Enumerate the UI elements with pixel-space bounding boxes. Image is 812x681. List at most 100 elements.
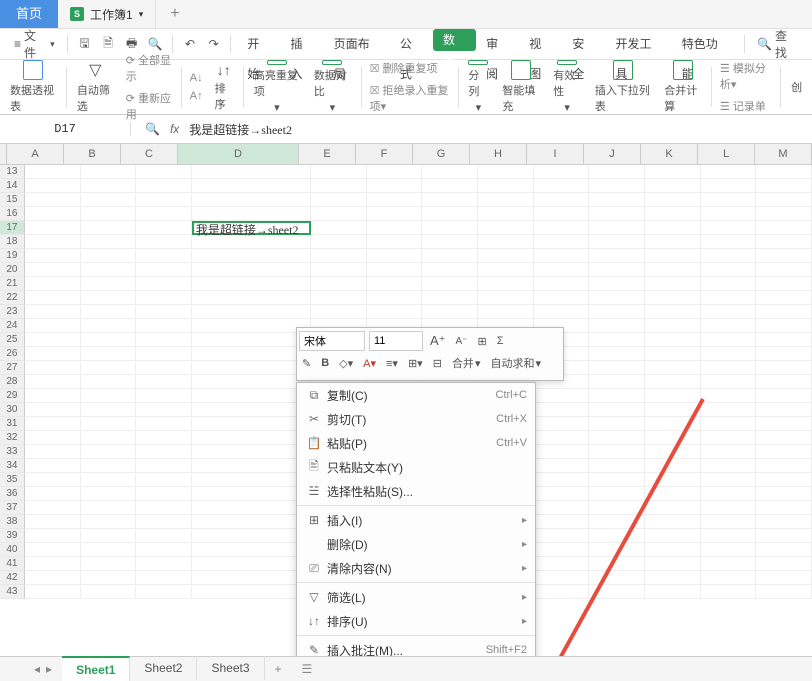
cell-L34[interactable] <box>701 459 757 473</box>
auto-filter-button[interactable]: ▽自动筛选 <box>71 60 120 114</box>
row-header-33[interactable]: 33 <box>0 445 25 459</box>
cell-A20[interactable] <box>25 263 81 277</box>
cell-H18[interactable] <box>478 235 534 249</box>
cell-I30[interactable] <box>534 403 590 417</box>
cell-K43[interactable] <box>645 585 701 599</box>
row-header-22[interactable]: 22 <box>0 291 25 305</box>
cell-A37[interactable] <box>25 501 81 515</box>
cell-B27[interactable] <box>81 361 137 375</box>
row-header-24[interactable]: 24 <box>0 319 25 333</box>
cell-B20[interactable] <box>81 263 137 277</box>
row-header-30[interactable]: 30 <box>0 403 25 417</box>
cell-K42[interactable] <box>645 571 701 585</box>
cell-L40[interactable] <box>701 543 757 557</box>
cell-B43[interactable] <box>81 585 137 599</box>
cell-D36[interactable] <box>192 487 311 501</box>
row-header-18[interactable]: 18 <box>0 235 25 249</box>
row-header-39[interactable]: 39 <box>0 529 25 543</box>
row-header-41[interactable]: 41 <box>0 557 25 571</box>
cell-D15[interactable] <box>192 193 311 207</box>
menu-tab-4[interactable]: 数据 <box>433 29 476 51</box>
sheet-tab-Sheet3[interactable]: Sheet3 <box>197 656 264 680</box>
menu-tab-7[interactable]: 安全 <box>562 29 605 59</box>
cell-L23[interactable] <box>701 305 757 319</box>
col-header-K[interactable]: K <box>641 144 698 164</box>
cell-K21[interactable] <box>645 277 701 291</box>
cell-D41[interactable] <box>192 557 311 571</box>
cell-J32[interactable] <box>589 431 645 445</box>
cell-M21[interactable] <box>756 277 812 291</box>
cell-M38[interactable] <box>756 515 812 529</box>
cell-B14[interactable] <box>81 179 137 193</box>
cell-D18[interactable] <box>192 235 311 249</box>
cell-L25[interactable] <box>701 333 757 347</box>
cell-I38[interactable] <box>534 515 590 529</box>
cell-D27[interactable] <box>192 361 311 375</box>
cell-C37[interactable] <box>136 501 192 515</box>
cell-E20[interactable] <box>311 263 367 277</box>
cell-C43[interactable] <box>136 585 192 599</box>
undo-icon[interactable]: ↶ <box>182 36 198 52</box>
cell-L35[interactable] <box>701 473 757 487</box>
cell-K37[interactable] <box>645 501 701 515</box>
cell-J34[interactable] <box>589 459 645 473</box>
cell-B17[interactable] <box>81 221 137 235</box>
cell-A22[interactable] <box>25 291 81 305</box>
cell-B30[interactable] <box>81 403 137 417</box>
cell-A27[interactable] <box>25 361 81 375</box>
cell-A35[interactable] <box>25 473 81 487</box>
save-as-icon[interactable]: 🗎 <box>100 36 116 52</box>
menu-tab-3[interactable]: 公式 <box>390 29 433 59</box>
cell-J24[interactable] <box>589 319 645 333</box>
bold-icon[interactable]: B <box>318 357 332 369</box>
cell-B21[interactable] <box>81 277 137 291</box>
cell-I31[interactable] <box>534 417 590 431</box>
cell-D24[interactable] <box>192 319 311 333</box>
cell-J38[interactable] <box>589 515 645 529</box>
col-header-H[interactable]: H <box>470 144 527 164</box>
cell-G19[interactable] <box>422 249 478 263</box>
cell-M25[interactable] <box>756 333 812 347</box>
cell-C18[interactable] <box>136 235 192 249</box>
consolidate-button[interactable]: 合并计算 <box>658 60 707 114</box>
col-header-D[interactable]: D <box>178 144 299 164</box>
cell-B24[interactable] <box>81 319 137 333</box>
cell-D13[interactable] <box>192 165 311 179</box>
cell-A25[interactable] <box>25 333 81 347</box>
sheet-list-button[interactable]: ☰ <box>292 662 323 676</box>
cell-B32[interactable] <box>81 431 137 445</box>
cell-C32[interactable] <box>136 431 192 445</box>
filter-options[interactable]: ⟳ 全部显示⟳ 重新应用 <box>122 52 177 122</box>
cell-A29[interactable] <box>25 389 81 403</box>
ctx-item-0[interactable]: ⧉复制(C)Ctrl+C <box>297 383 535 407</box>
cell-B41[interactable] <box>81 557 137 571</box>
cell-I32[interactable] <box>534 431 590 445</box>
cell-K20[interactable] <box>645 263 701 277</box>
cell-F17[interactable] <box>367 221 423 235</box>
col-header-J[interactable]: J <box>584 144 641 164</box>
cell-J43[interactable] <box>589 585 645 599</box>
cell-K14[interactable] <box>645 179 701 193</box>
cell-K19[interactable] <box>645 249 701 263</box>
menu-tab-9[interactable]: 特色功能 <box>672 29 738 59</box>
autosum-button[interactable]: Σ <box>494 335 507 347</box>
cell-D29[interactable] <box>192 389 311 403</box>
group-button[interactable]: 创 <box>785 60 808 114</box>
row-header-13[interactable]: 13 <box>0 165 25 179</box>
cell-D21[interactable] <box>192 277 311 291</box>
cell-G21[interactable] <box>422 277 478 291</box>
cell-A40[interactable] <box>25 543 81 557</box>
align-icon[interactable]: ≡▾ <box>383 357 401 370</box>
cell-K38[interactable] <box>645 515 701 529</box>
cell-K18[interactable] <box>645 235 701 249</box>
row-header-37[interactable]: 37 <box>0 501 25 515</box>
cell-D14[interactable] <box>192 179 311 193</box>
cell-G23[interactable] <box>422 305 478 319</box>
cell-H23[interactable] <box>478 305 534 319</box>
cell-J40[interactable] <box>589 543 645 557</box>
cell-G20[interactable] <box>422 263 478 277</box>
cell-A31[interactable] <box>25 417 81 431</box>
cell-J18[interactable] <box>589 235 645 249</box>
cell-K34[interactable] <box>645 459 701 473</box>
row-header-16[interactable]: 16 <box>0 207 25 221</box>
